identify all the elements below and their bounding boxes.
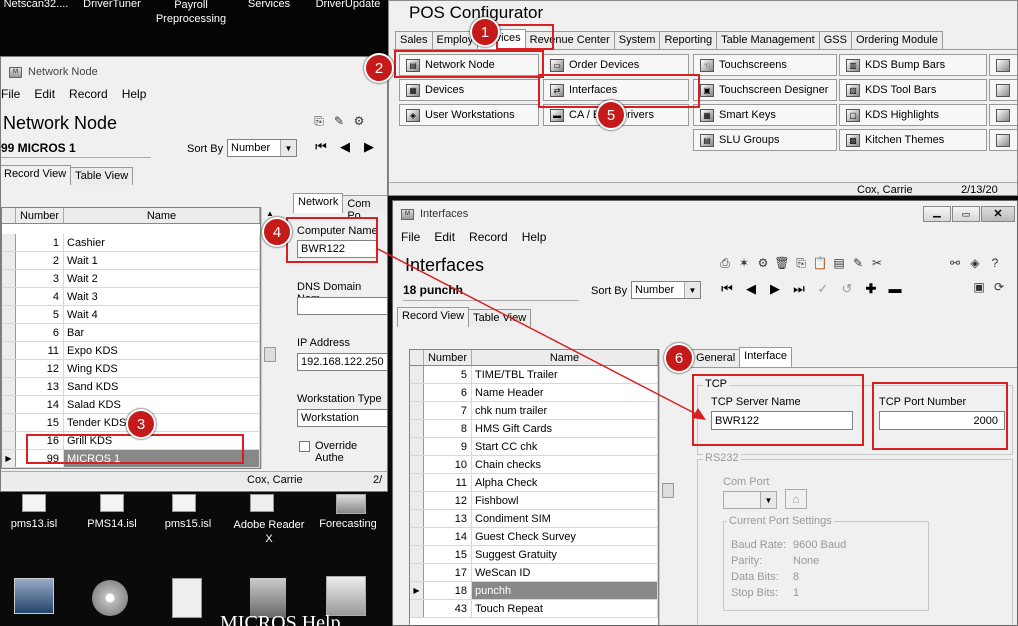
callout-5: 5 [596,100,626,130]
annotation-arrow [375,247,706,420]
callout-3: 3 [126,409,156,439]
callout-1: 1 [470,17,500,47]
callout-4: 4 [262,217,292,247]
callout-2: 2 [364,53,394,83]
callout-6: 6 [664,343,694,373]
